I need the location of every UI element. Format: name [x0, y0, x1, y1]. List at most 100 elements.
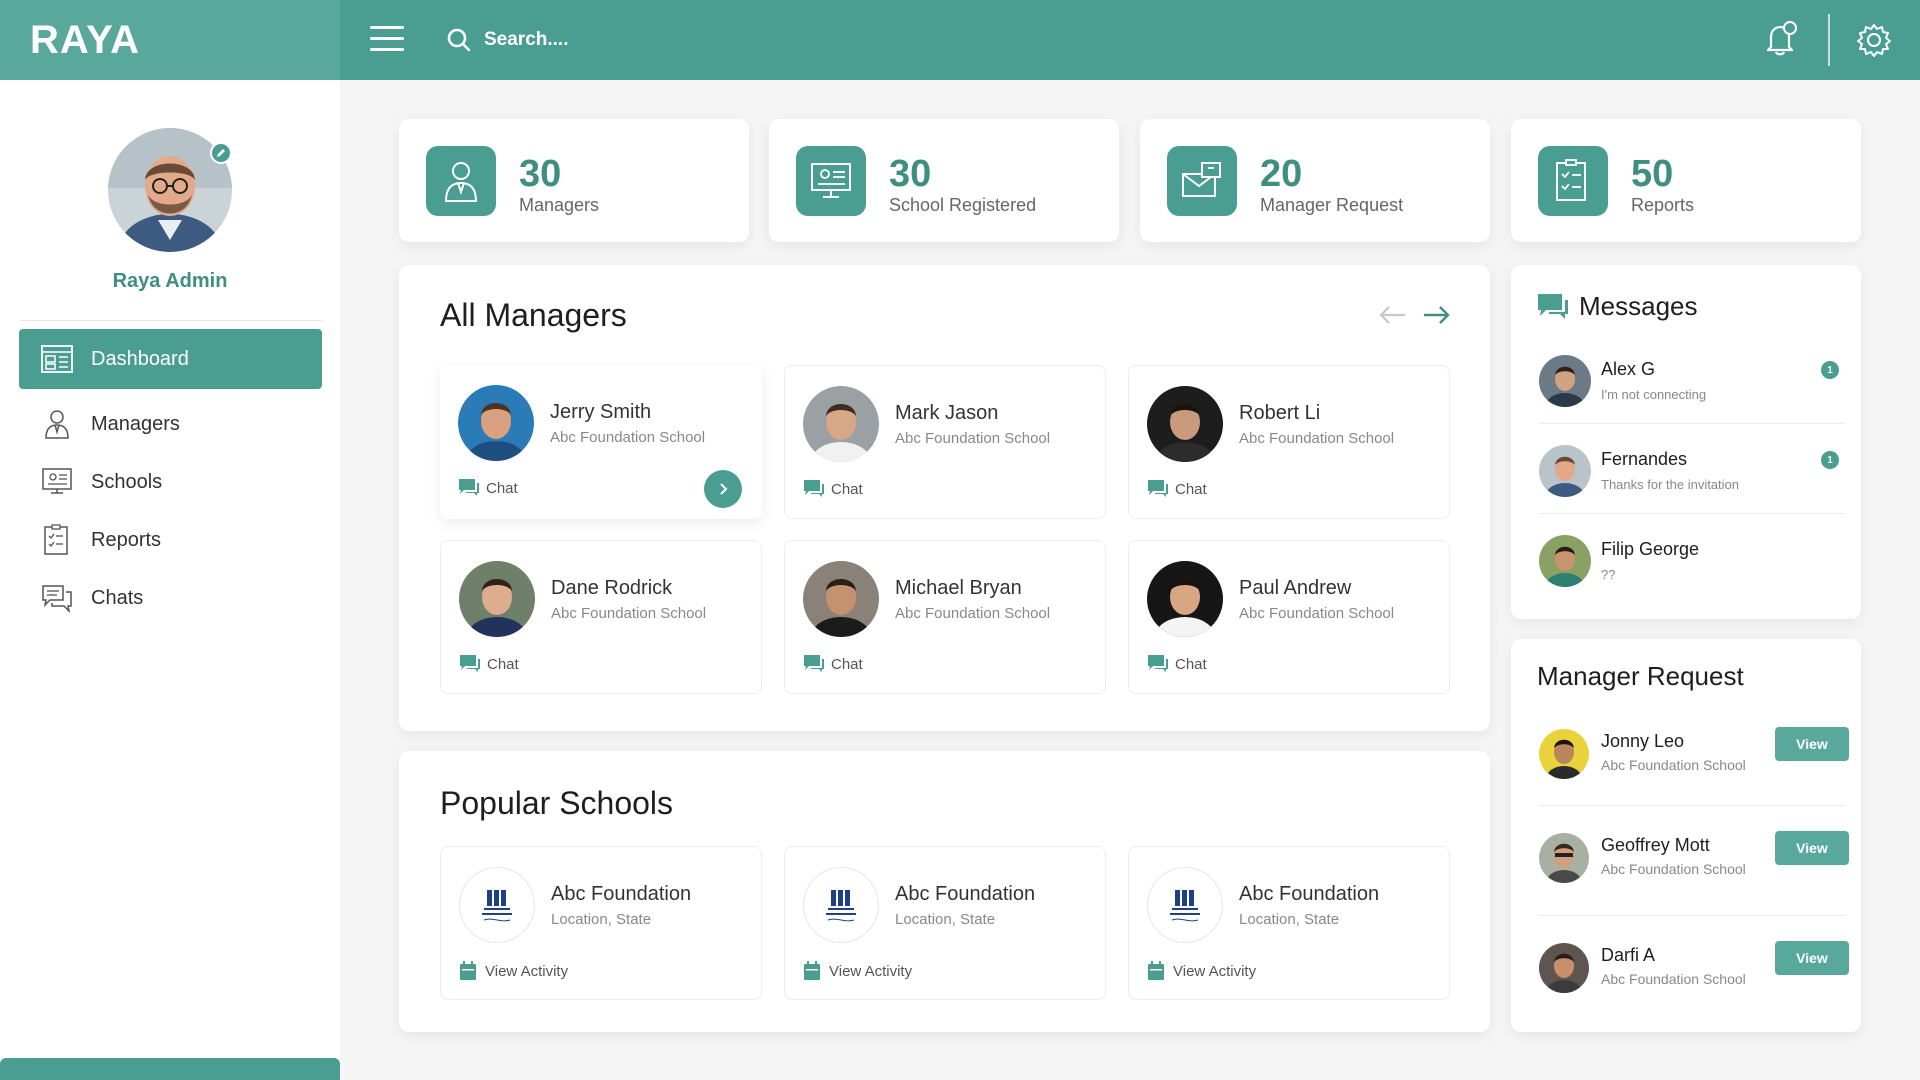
gear-icon[interactable]	[1856, 22, 1892, 58]
sidebar-item-reports[interactable]: Reports	[19, 511, 322, 569]
topbar-divider	[1828, 14, 1830, 66]
contact-name: Filip George	[1601, 539, 1700, 559]
arrow-right-icon[interactable]	[1421, 305, 1451, 325]
school-name: Abc Foundation	[1239, 883, 1380, 905]
view-request-button[interactable]: View	[1775, 941, 1849, 975]
chat-icon	[460, 655, 480, 672]
sidebar: Raya Admin Dashboard Managers Schools Re…	[0, 80, 340, 1080]
chat-icon	[804, 655, 824, 672]
manager-card[interactable]: Paul Andrew Abc Foundation School Chat	[1128, 540, 1450, 694]
sidebar-divider	[20, 320, 322, 321]
stat-value: 20	[1260, 153, 1303, 195]
open-manager-button[interactable]	[704, 470, 742, 508]
manager-request-panel: Manager Request Jonny Leo Abc Foundation…	[1511, 639, 1861, 1032]
all-managers-title: All Managers	[440, 297, 627, 333]
admin-name: Raya Admin	[112, 270, 228, 292]
message-item[interactable]: Filip George ??	[1539, 531, 1845, 621]
message-item[interactable]: Fernandes Thanks for the invitation 1	[1539, 441, 1845, 531]
view-request-button[interactable]: View	[1775, 727, 1849, 761]
manager-request-title: Manager Request	[1537, 661, 1744, 691]
requester-name: Jonny Leo	[1601, 731, 1685, 751]
sidebar-item-dashboard[interactable]: Dashboard	[19, 329, 322, 389]
popular-schools-panel: Popular Schools Abc Foundation Location,…	[399, 751, 1490, 1032]
calendar-icon	[460, 961, 476, 980]
request-item: Darfi A Abc Foundation School View	[1539, 937, 1849, 1007]
message-preview: I'm not connecting	[1601, 387, 1707, 402]
search-input[interactable]	[484, 29, 884, 51]
stat-card-manager-request[interactable]: 20 Manager Request	[1140, 119, 1490, 242]
sidebar-item-label: Managers	[91, 412, 180, 435]
sidebar-item-managers[interactable]: Managers	[19, 395, 322, 453]
list-divider	[1539, 513, 1845, 514]
top-bar: RAYA	[0, 0, 1920, 80]
admin-avatar[interactable]	[108, 128, 232, 252]
request-item: Jonny Leo Abc Foundation School View	[1539, 723, 1849, 793]
stat-card-managers[interactable]: 30 Managers	[399, 119, 749, 242]
school-card[interactable]: Abc Foundation Location, State View Acti…	[1128, 846, 1450, 1000]
brand-panel: RAYA	[0, 0, 340, 80]
chat-link[interactable]: Chat	[803, 654, 863, 674]
view-activity-link[interactable]: View Activity	[459, 961, 568, 981]
manager-avatar	[1147, 561, 1223, 637]
chat-icon	[459, 479, 479, 496]
view-activity-link[interactable]: View Activity	[803, 961, 912, 981]
school-icon	[811, 163, 851, 198]
report-icon	[44, 524, 68, 555]
requester-avatar	[1539, 833, 1589, 883]
brand-logo[interactable]: RAYA	[30, 18, 140, 63]
contact-name: Alex G	[1601, 359, 1656, 379]
manager-avatar	[459, 561, 535, 637]
sidebar-item-label: Dashboard	[91, 347, 189, 370]
manager-school: Abc Foundation School	[551, 605, 707, 622]
edit-profile-button[interactable]	[210, 142, 232, 164]
view-request-button[interactable]: View	[1775, 831, 1849, 865]
stat-label: Managers	[519, 195, 600, 215]
bell-icon[interactable]	[1763, 20, 1799, 58]
school-logo	[459, 867, 535, 943]
manager-name: Paul Andrew	[1239, 577, 1352, 599]
school-icon	[42, 468, 72, 494]
requester-school: Abc Foundation School	[1601, 757, 1746, 773]
manager-avatar	[458, 385, 534, 461]
search-bar[interactable]	[446, 22, 946, 58]
message-item[interactable]: Alex G I'm not connecting 1	[1539, 351, 1845, 441]
manager-school: Abc Foundation School	[1239, 430, 1395, 447]
chat-link[interactable]: Chat	[1147, 654, 1207, 674]
manager-card[interactable]: Michael Bryan Abc Foundation School Chat	[784, 540, 1106, 694]
manager-school: Abc Foundation School	[895, 430, 1051, 447]
unread-badge: 1	[1821, 361, 1839, 379]
requester-avatar	[1539, 943, 1589, 993]
requester-name: Geoffrey Mott	[1601, 835, 1710, 855]
sidebar-item-chats[interactable]: Chats	[19, 569, 322, 627]
request-item: Geoffrey Mott Abc Foundation School View	[1539, 827, 1849, 897]
manager-card[interactable]: Jerry Smith Abc Foundation School Chat	[440, 365, 762, 519]
chat-link[interactable]: Chat	[803, 479, 863, 499]
chat-link[interactable]: Chat	[458, 478, 518, 498]
arrow-left-icon[interactable]	[1378, 305, 1408, 325]
chat-link[interactable]: Chat	[459, 654, 519, 674]
manager-card[interactable]: Mark Jason Abc Foundation School Chat	[784, 365, 1106, 519]
sidebar-item-label: Schools	[91, 470, 163, 493]
stat-card-reports[interactable]: 50 Reports	[1511, 119, 1861, 242]
search-icon[interactable]	[446, 27, 472, 53]
manager-school: Abc Foundation School	[895, 605, 1051, 622]
school-location: Location, State	[551, 911, 652, 928]
school-card[interactable]: Abc Foundation Location, State View Acti…	[784, 846, 1106, 1000]
calendar-icon	[1148, 961, 1164, 980]
manager-card[interactable]: Robert Li Abc Foundation School Chat	[1128, 365, 1450, 519]
chat-link[interactable]: Chat	[1147, 479, 1207, 499]
request-icon	[1182, 162, 1221, 197]
contact-avatar	[1539, 445, 1591, 497]
school-card[interactable]: Abc Foundation Location, State View Acti…	[440, 846, 762, 1000]
chevron-right-icon	[720, 483, 728, 495]
stat-card-schools[interactable]: 30 School Registered	[769, 119, 1119, 242]
manager-card[interactable]: Dane Rodrick Abc Foundation School Chat	[440, 540, 762, 694]
manager-icon	[444, 162, 478, 202]
stat-label: Manager Request	[1260, 195, 1404, 215]
view-activity-link[interactable]: View Activity	[1147, 961, 1256, 981]
manager-avatar	[1147, 386, 1223, 462]
sidebar-item-label: Chats	[91, 586, 144, 609]
sidebar-item-schools[interactable]: Schools	[19, 453, 322, 511]
chat-icon	[1148, 655, 1168, 672]
hamburger-icon[interactable]	[370, 26, 404, 54]
